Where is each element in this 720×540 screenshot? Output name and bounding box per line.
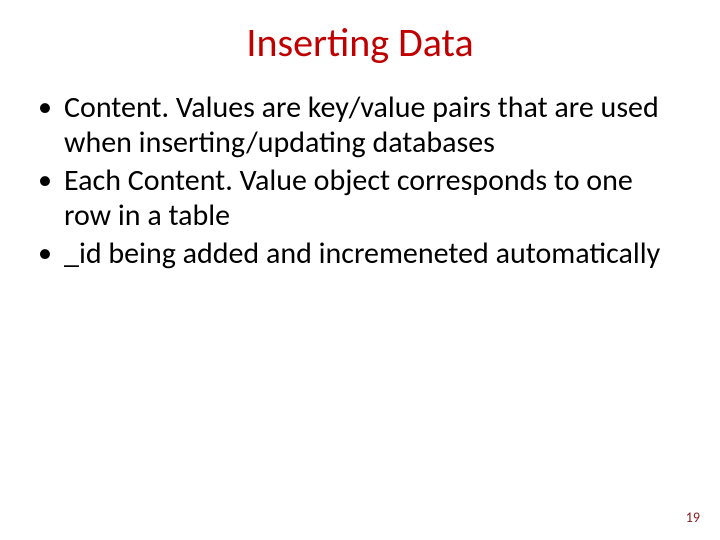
- bullet-item: Each Content. Value object corresponds t…: [34, 163, 686, 234]
- slide: Inserting Data Content. Values are key/v…: [0, 0, 720, 540]
- bullet-item: Content. Values are key/value pairs that…: [34, 90, 686, 161]
- page-number: 19: [686, 509, 700, 526]
- slide-body: Content. Values are key/value pairs that…: [34, 90, 686, 273]
- bullet-list: Content. Values are key/value pairs that…: [34, 90, 686, 271]
- slide-title: Inserting Data: [0, 18, 720, 67]
- bullet-item: _id being added and incremeneted automat…: [34, 236, 686, 271]
